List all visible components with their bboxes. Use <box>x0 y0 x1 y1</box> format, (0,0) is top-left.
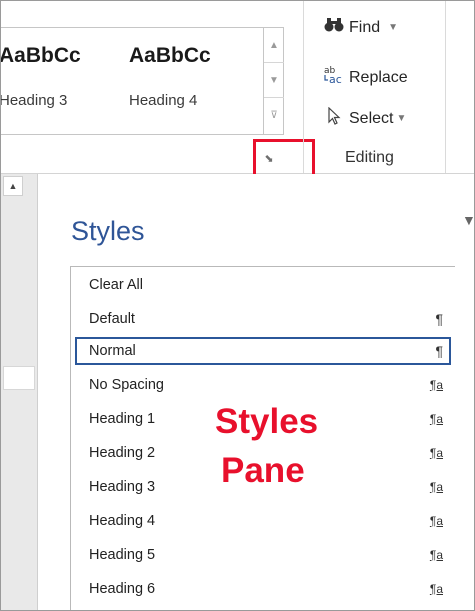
style-row-heading-5[interactable]: Heading 5 ¶a <box>75 541 451 569</box>
group-divider <box>445 1 446 173</box>
select-label: Select <box>349 109 394 127</box>
svg-text:ac: ac <box>329 73 342 85</box>
more-styles-icon: ⊽ <box>270 109 278 121</box>
group-divider <box>303 1 304 173</box>
style-caption: Heading 3 <box>0 92 68 109</box>
scrollbar-thumb[interactable] <box>3 366 35 390</box>
style-name: Heading 3 <box>89 479 156 495</box>
style-tile-heading-3[interactable]: AaBbCc Heading 3 <box>0 44 123 109</box>
find-label: Find <box>349 18 381 36</box>
linked-style-icon: ¶a <box>429 582 443 596</box>
chevron-down-icon: ▼ <box>462 212 475 228</box>
linked-style-icon: ¶a <box>429 480 443 494</box>
chevron-down-icon: ▼ <box>396 113 407 124</box>
gallery-scrollbar: ▲ ▼ ⊽ <box>263 28 284 134</box>
style-sample: AaBbCc <box>0 44 81 67</box>
linked-style-icon: ¶a <box>429 446 443 460</box>
gallery-more-button[interactable]: ⊽ <box>264 98 284 132</box>
style-row-heading-4[interactable]: Heading 4 ¶a <box>75 507 451 535</box>
linked-style-icon: ¶a <box>429 378 443 392</box>
paragraph-mark-icon: ¶ <box>435 311 443 327</box>
style-row-normal[interactable]: Normal ¶ <box>75 337 451 365</box>
linked-style-icon: ¶a <box>429 548 443 562</box>
style-row-no-spacing[interactable]: No Spacing ¶a <box>75 371 451 399</box>
styles-gallery: AaBbCc Heading 3 AaBbCc Heading 4 ▲ ▼ ⊽ <box>1 27 284 135</box>
style-name: Heading 4 <box>89 513 156 529</box>
style-caption: Heading 4 <box>129 92 198 109</box>
caret-up-icon: ▲ <box>8 181 18 191</box>
pane-title: Styles <box>71 216 145 246</box>
annotation-label: Styles <box>215 402 319 441</box>
style-name: Heading 2 <box>89 445 156 461</box>
style-name: Default <box>89 311 135 327</box>
style-name: Heading 5 <box>89 547 156 563</box>
scroll-up-button[interactable]: ▲ <box>3 176 23 196</box>
linked-style-icon: ¶a <box>429 412 443 426</box>
replace-label: Replace <box>349 68 408 86</box>
gallery-scroll-down-button[interactable]: ▼ <box>264 63 284 98</box>
pane-options-button[interactable]: ▼ <box>462 212 475 228</box>
editing-group-label: Editing <box>345 149 394 166</box>
style-name: Normal <box>89 343 136 359</box>
gallery-scroll-up-button[interactable]: ▲ <box>264 28 284 63</box>
styles-pane: Styles ▼ Clear All Default ¶ Normal ¶ No… <box>38 174 475 610</box>
style-sample: AaBbCc <box>129 44 211 67</box>
style-name: Heading 1 <box>89 411 156 427</box>
style-name: Heading 6 <box>89 581 156 597</box>
select-button[interactable]: Select ▼ <box>323 106 407 130</box>
window-frame: AaBbCc Heading 3 AaBbCc Heading 4 ▲ ▼ ⊽ <box>0 0 475 611</box>
replace-ab-ac-icon: ab ac <box>323 65 345 90</box>
style-row-clear-all[interactable]: Clear All <box>75 271 451 299</box>
replace-button[interactable]: ab ac Replace <box>323 65 408 90</box>
ribbon: AaBbCc Heading 3 AaBbCc Heading 4 ▲ ▼ ⊽ <box>1 1 474 185</box>
caret-up-icon: ▲ <box>269 39 279 51</box>
find-button[interactable]: Find ▼ <box>323 17 398 38</box>
caret-down-icon: ▼ <box>269 74 279 86</box>
chevron-down-icon: ▼ <box>388 22 399 33</box>
linked-style-icon: ¶a <box>429 514 443 528</box>
annotation-label: Pane <box>221 451 305 490</box>
document-scrollbar[interactable]: ▲ <box>1 174 38 610</box>
style-name: No Spacing <box>89 377 164 393</box>
pointer-icon <box>323 106 345 130</box>
style-row-heading-6[interactable]: Heading 6 ¶a <box>75 575 451 603</box>
style-name: Clear All <box>89 277 143 293</box>
binoculars-icon <box>323 17 345 38</box>
paragraph-mark-icon: ¶ <box>435 343 443 359</box>
style-row-default[interactable]: Default ¶ <box>75 305 451 333</box>
style-tile-heading-4[interactable]: AaBbCc Heading 4 <box>129 44 253 109</box>
